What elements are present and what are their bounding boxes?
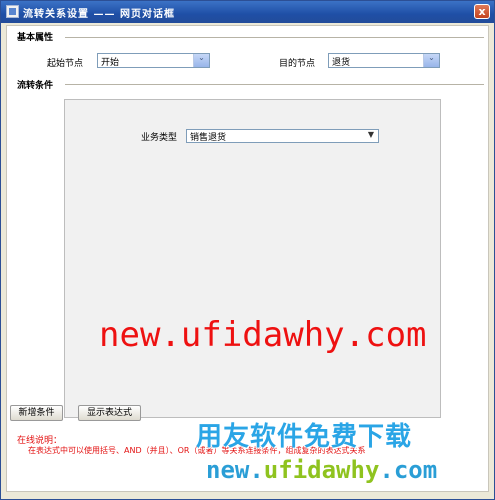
divider: [65, 37, 484, 38]
brand-logo-text: 用友软件免费下载: [196, 422, 413, 452]
brand-url-pre: new.: [206, 456, 264, 484]
divider: [65, 84, 484, 85]
start-node-value: 开始: [101, 58, 120, 68]
app-icon: [6, 5, 19, 18]
chevron-down-icon[interactable]: ⌄: [423, 53, 439, 67]
target-node-select[interactable]: 退货 ⌄: [328, 53, 440, 68]
dialog-window: 流转关系设置 —— 网页对话框 x 基本属性 起始节点 开始 ⌄ 目的节点 退货…: [0, 0, 495, 500]
conditions-area[interactable]: [64, 99, 441, 418]
basic-section-title: 基本属性: [17, 33, 54, 43]
add-condition-button[interactable]: 新增条件: [10, 405, 63, 421]
start-node-label: 起始节点: [47, 59, 84, 69]
caret-down-icon: ▼: [367, 130, 374, 139]
close-button[interactable]: x: [474, 4, 490, 19]
brand-url-mid: ufidawhy: [263, 456, 380, 484]
business-type-value: 销售退货: [190, 133, 227, 143]
target-node-label: 目的节点: [279, 59, 316, 69]
business-type-label: 业务类型: [141, 133, 178, 143]
brand-url-post: .com: [379, 456, 438, 484]
chevron-down-icon[interactable]: ⌄: [193, 53, 209, 67]
target-node-value: 退货: [332, 58, 351, 68]
brand-url: new.ufidawhy.com: [206, 456, 437, 484]
title-bar[interactable]: 流转关系设置 —— 网页对话框 x: [1, 1, 494, 23]
start-node-select[interactable]: 开始 ⌄: [97, 53, 210, 68]
show-expression-button[interactable]: 显示表达式: [78, 405, 141, 421]
conditions-section-title: 流转条件: [17, 81, 54, 91]
window-title: 流转关系设置 —— 网页对话框: [23, 9, 175, 20]
close-icon: x: [478, 5, 486, 18]
watermark-text: new.ufidawhy.com: [99, 315, 427, 355]
business-type-select[interactable]: 销售退货 ▼: [186, 129, 379, 143]
